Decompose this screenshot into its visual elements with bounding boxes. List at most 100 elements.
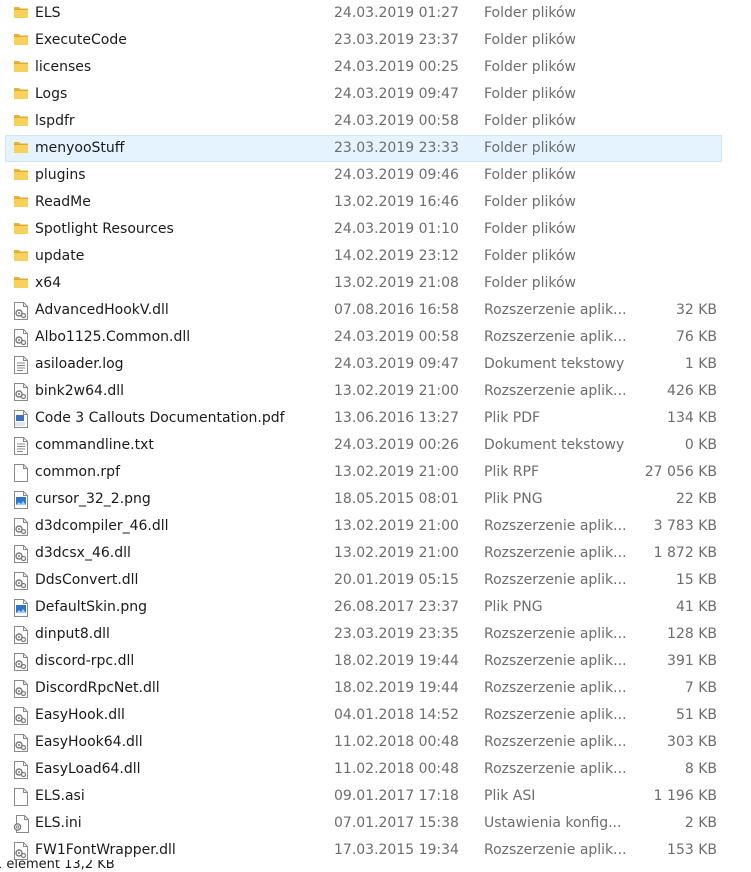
date-modified: 11.02.2018 00:48 — [334, 734, 459, 750]
file-type: Folder plików — [484, 59, 577, 75]
date-modified: 13.02.2019 21:00 — [334, 518, 459, 534]
file-type: Folder plików — [484, 248, 577, 264]
file-name: menyooStuff — [35, 140, 125, 156]
date-modified: 07.01.2017 15:38 — [334, 815, 459, 831]
date-modified: 24.03.2019 09:47 — [334, 86, 459, 102]
file-row[interactable]: x64 13.02.2019 21:08 Folder plików — [0, 270, 751, 297]
date-modified: 20.01.2019 05:15 — [334, 572, 459, 588]
file-type: Plik PDF — [484, 410, 541, 426]
file-row[interactable]: ELS 24.03.2019 01:27 Folder plików — [0, 0, 751, 27]
file-row[interactable]: ExecuteCode 23.03.2019 23:37 Folder plików — [0, 27, 751, 54]
file-type: Dokument tekstowy — [484, 356, 625, 372]
folder-icon — [13, 135, 29, 162]
file-row[interactable]: asiloader.log 24.03.2019 09:47 Dokument te… — [0, 351, 751, 378]
file-row[interactable]: DdsConvert.dll 20.01.2019 05:15 Rozszerzen… — [0, 567, 751, 594]
date-modified: 18.02.2019 19:44 — [334, 653, 459, 669]
file-row[interactable]: bink2w64.dll 13.02.2019 21:00 Rozszerzenie… — [0, 378, 751, 405]
file-size: 8 KB — [684, 761, 717, 777]
file-type: Folder plików — [484, 5, 577, 21]
file-type: Plik RPF — [484, 464, 540, 480]
date-modified: 18.02.2019 19:44 — [334, 680, 459, 696]
file-type: Rozszerzenie aplik... — [484, 545, 627, 561]
file-row[interactable]: plugins 24.03.2019 09:46 Folder plików — [0, 162, 751, 189]
file-size: 22 KB — [675, 491, 717, 507]
file-row[interactable]: EasyHook.dll 04.01.2018 14:52 Rozszerzenie… — [0, 702, 751, 729]
file-row[interactable]: common.rpf 13.02.2019 21:00 Plik RPF 27 056… — [0, 459, 751, 486]
date-modified: 24.03.2019 09:47 — [334, 356, 459, 372]
dll-icon — [13, 567, 29, 594]
file-name: EasyLoad64.dll — [35, 761, 141, 777]
file-type: Folder plików — [484, 194, 577, 210]
file-type: Rozszerzenie aplik... — [484, 329, 627, 345]
file-row[interactable]: AdvancedHookV.dll 07.08.2016 16:58 Rozszer… — [0, 297, 751, 324]
folder-icon — [13, 162, 29, 189]
date-modified: 23.03.2019 23:35 — [334, 626, 459, 642]
file-type: Folder plików — [484, 113, 577, 129]
date-modified: 26.08.2017 23:37 — [334, 599, 459, 615]
file-row[interactable]: cursor_32_2.png 18.05.2015 08:01 Plik PNG 2… — [0, 486, 751, 513]
file-type: Plik PNG — [484, 491, 543, 507]
file-row[interactable]: Logs 24.03.2019 09:47 Folder plików — [0, 81, 751, 108]
file-size: 134 KB — [667, 410, 717, 426]
date-modified: 24.03.2019 00:58 — [334, 113, 459, 129]
file-row[interactable]: licenses 24.03.2019 00:25 Folder plików — [0, 54, 751, 81]
file-row[interactable]: Albo1125.Common.dll 24.03.2019 00:58 Rozsz… — [0, 324, 751, 351]
file-row[interactable]: commandline.txt 24.03.2019 00:26 Dokument … — [0, 432, 751, 459]
file-type: Rozszerzenie aplik... — [484, 302, 627, 318]
file-name: asiloader.log — [35, 356, 124, 372]
file-name: update — [35, 248, 85, 264]
file-name: dinput8.dll — [35, 626, 110, 642]
file-name: d3dcsx_46.dll — [35, 545, 131, 561]
file-row[interactable]: DefaultSkin.png 26.08.2017 23:37 Plik PNG 4… — [0, 594, 751, 621]
file-name: Logs — [35, 86, 68, 102]
file-size: 3 783 KB — [653, 518, 717, 534]
dll-icon — [13, 729, 29, 756]
file-name: AdvancedHookV.dll — [35, 302, 169, 318]
dll-icon — [13, 621, 29, 648]
file-row[interactable]: discord-rpc.dll 18.02.2019 19:44 Rozszerze… — [0, 648, 751, 675]
file-row[interactable]: update 14.02.2019 23:12 Folder plików — [0, 243, 751, 270]
file-size: 1 872 KB — [653, 545, 717, 561]
dll-icon — [13, 540, 29, 567]
file-type: Folder plików — [484, 167, 577, 183]
file-row[interactable]: d3dcompiler_46.dll 13.02.2019 21:00 Rozsze… — [0, 513, 751, 540]
file-row[interactable]: EasyHook64.dll 11.02.2018 00:48 Rozszerzen… — [0, 729, 751, 756]
file-row[interactable]: ReadMe 13.02.2019 16:46 Folder plików — [0, 189, 751, 216]
dll-icon — [13, 675, 29, 702]
status-bar-text: 1 element 13,2 KB — [0, 860, 115, 872]
blank-file-icon — [13, 783, 29, 810]
file-row[interactable]: ELS.asi 09.01.2017 17:18 Plik ASI 1 196 KB — [0, 783, 751, 810]
date-modified: 13.02.2019 21:00 — [334, 464, 459, 480]
file-size: 1 KB — [684, 356, 717, 372]
file-list[interactable]: ELS 24.03.2019 01:27 Folder plików ExecuteC… — [0, 0, 751, 864]
file-name: EasyHook.dll — [35, 707, 125, 723]
pdf-icon — [13, 405, 29, 432]
file-row[interactable]: dinput8.dll 23.03.2019 23:35 Rozszerzenie … — [0, 621, 751, 648]
text-file-icon — [13, 432, 29, 459]
file-type: Ustawienia konfig... — [484, 815, 622, 831]
file-name: DdsConvert.dll — [35, 572, 139, 588]
file-name: licenses — [35, 59, 92, 75]
file-size: 0 KB — [684, 437, 717, 453]
file-name: cursor_32_2.png — [35, 491, 151, 507]
file-row[interactable]: EasyLoad64.dll 11.02.2018 00:48 Rozszerzen… — [0, 756, 751, 783]
file-type: Rozszerzenie aplik... — [484, 707, 627, 723]
file-type: Folder plików — [484, 275, 577, 291]
folder-icon — [13, 27, 29, 54]
status-bar: 1 element 13,2 KB — [0, 860, 751, 872]
folder-icon — [13, 54, 29, 81]
file-row[interactable]: DiscordRpcNet.dll 18.02.2019 19:44 Rozszer… — [0, 675, 751, 702]
file-type: Rozszerzenie aplik... — [484, 383, 627, 399]
dll-icon — [13, 648, 29, 675]
file-name: Albo1125.Common.dll — [35, 329, 191, 345]
file-type: Folder plików — [484, 140, 577, 156]
folder-icon — [13, 216, 29, 243]
file-row[interactable]: lspdfr 24.03.2019 00:58 Folder plików — [0, 108, 751, 135]
date-modified: 24.03.2019 01:10 — [334, 221, 459, 237]
file-type: Rozszerzenie aplik... — [484, 572, 627, 588]
file-row[interactable]: menyooStuff 23.03.2019 23:33 Folder plików — [0, 135, 751, 162]
file-row[interactable]: ELS.ini 07.01.2017 15:38 Ustawienia konfig… — [0, 810, 751, 837]
file-row[interactable]: Code 3 Callouts Documentation.pdf 13.06.2… — [0, 405, 751, 432]
file-row[interactable]: Spotlight Resources 24.03.2019 01:10 Folde… — [0, 216, 751, 243]
file-row[interactable]: d3dcsx_46.dll 13.02.2019 21:00 Rozszerzeni… — [0, 540, 751, 567]
